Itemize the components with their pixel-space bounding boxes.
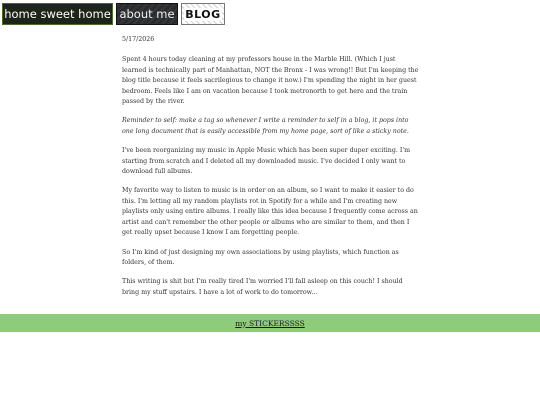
post-paragraph: I've been reorganizing my music in Apple… [122, 147, 411, 176]
footer-bar: my STICKERSSSS [0, 314, 540, 332]
nav-tab-home[interactable]: home sweet home [2, 3, 113, 25]
post-date: 5/17/2026 [122, 36, 155, 43]
blog-post: 5/17/2026 Spent 4 hours today cleaning a… [122, 35, 420, 307]
post-paragraph: Spent 4 hours today cleaning at my profe… [122, 56, 419, 106]
top-nav: home sweet home about me BLOG [2, 3, 225, 25]
nav-tab-blog[interactable]: BLOG [181, 3, 225, 25]
stickers-link[interactable]: my STICKERSSSS [235, 319, 304, 328]
post-paragraph: This writing is shit but I'm really tire… [122, 278, 403, 296]
nav-tab-blog-label: BLOG [184, 7, 222, 21]
post-paragraph: So I'm kind of just designing my own ass… [122, 248, 399, 266]
post-reminder-note: Reminder to self: make a tag so whenever… [122, 117, 409, 135]
nav-tab-about-me[interactable]: about me [116, 3, 178, 25]
post-paragraph: My favorite way to listen to music is in… [122, 187, 418, 237]
